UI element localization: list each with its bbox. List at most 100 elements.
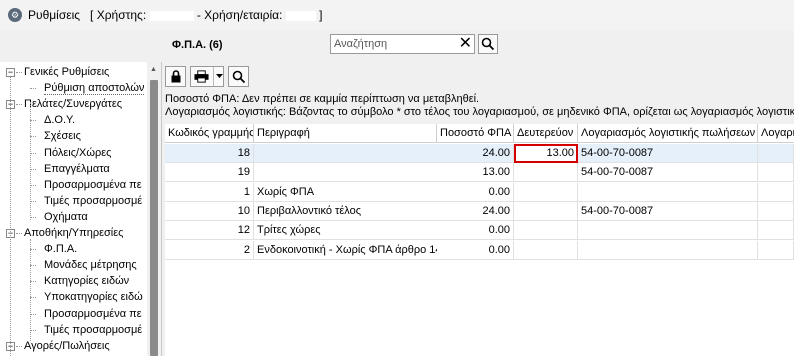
cell-code[interactable]: 10: [165, 201, 254, 221]
table-row[interactable]: 1 Χωρίς ΦΠΑ 0.00: [165, 182, 794, 202]
sidebar-item[interactable]: Ρύθμιση αποστολών: [44, 80, 145, 96]
sidebar-item-label: Επαγγέλματα: [44, 162, 110, 175]
cell-code[interactable]: 19: [165, 163, 254, 183]
info-notes: Ποσοστό ΦΠΑ: Δεν πρέπει σε καμμία περίπτ…: [165, 93, 794, 119]
header-description[interactable]: Περιγραφή: [254, 124, 437, 143]
sidebar-item[interactable]: Υποκατηγορίες ειδώ: [44, 289, 143, 305]
tree-connector: [16, 72, 22, 73]
cell-vat-rate[interactable]: 13.00: [437, 163, 514, 183]
cell-account-2[interactable]: [758, 221, 794, 241]
app-name: Ρυθμίσεις: [28, 8, 81, 22]
sidebar-item[interactable]: Τιμές προσαρμοσμέ: [44, 193, 142, 209]
cell-description[interactable]: [254, 163, 437, 183]
printer-icon: [194, 70, 209, 83]
scrollbar-thumb[interactable]: [150, 80, 158, 356]
cell-sales-account[interactable]: 54-00-70-0087: [578, 201, 758, 221]
sidebar-item[interactable]: Φ.Π.Α.: [44, 241, 77, 257]
header-sales-account[interactable]: Λογαριασμός λογιστικής πωλήσεων: [578, 124, 758, 143]
window-title: Ρυθμίσεις [ Χρήστης: - Χρήση/εταιρία: ]: [28, 8, 322, 22]
cell-account-2[interactable]: [758, 144, 794, 163]
sidebar-item[interactable]: Προσαρμοσμένα πε: [44, 177, 142, 193]
cell-secondary[interactable]: [514, 201, 578, 221]
cell-sales-account[interactable]: [578, 182, 758, 202]
cell-account-2[interactable]: [758, 182, 794, 202]
cell-sales-account[interactable]: [578, 240, 758, 260]
title-bar: ⚙ Ρυθμίσεις [ Χρήστης: - Χρήση/εταιρία: …: [0, 0, 794, 30]
tree-guide-line: [10, 76, 11, 356]
sidebar-item[interactable]: Πόλεις/Χώρες: [44, 145, 111, 161]
cell-description[interactable]: Περιβαλλοντικό τέλος: [254, 202, 437, 221]
table-header: Κωδικός γραμμής Περιγραφή Ποσοστό ΦΠΑ Δε…: [165, 124, 794, 143]
scroll-up-icon[interactable]: ▲: [150, 66, 157, 73]
sidebar-item-label: Σχέσεις: [44, 130, 81, 143]
sidebar-item[interactable]: Επαγγέλματα: [44, 161, 110, 177]
cell-vat-rate[interactable]: 0.00: [437, 240, 514, 260]
sidebar-item-label: Τιμές προσαρμοσμέ: [44, 194, 143, 207]
sidebar-item[interactable]: Σχέσεις: [44, 128, 81, 144]
table-row[interactable]: 19 13.00 54-00-70-0087: [165, 163, 794, 183]
sidebar-item-label: Αποθήκη/Υπηρεσίες: [24, 227, 124, 239]
cell-vat-rate[interactable]: 0.00: [437, 182, 514, 202]
sidebar-item[interactable]: Μονάδες μέτρησης: [44, 257, 137, 273]
sidebar-item[interactable]: Προσαρμοσμένα πε: [44, 306, 142, 322]
cell-description[interactable]: Χωρίς ΦΠΑ: [254, 183, 437, 202]
sidebar-item-label: Οχήματα: [44, 210, 88, 223]
cell-secondary[interactable]: 13.00: [514, 144, 578, 163]
cell-sales-account[interactable]: 54-00-70-0087: [578, 163, 758, 183]
cell-vat-rate[interactable]: 24.00: [437, 144, 514, 163]
print-dropdown[interactable]: [213, 67, 223, 86]
cell-description[interactable]: Τρίτες χώρες: [254, 221, 437, 241]
company-redacted: [285, 10, 316, 21]
cell-code[interactable]: 1: [165, 182, 254, 202]
cell-description[interactable]: Ενδοκοινοτική - Χωρίς ΦΠΑ άρθρο 14: [254, 241, 437, 260]
sidebar-item[interactable]: Γενικές Ρυθμίσεις: [24, 64, 109, 80]
sidebar-item[interactable]: Οχήματα: [44, 209, 88, 225]
cell-account-2[interactable]: [758, 163, 794, 183]
cell-sales-account[interactable]: 54-00-70-0087: [578, 144, 758, 163]
cell-code[interactable]: 2: [165, 240, 254, 260]
table-row[interactable]: 18 24.00 13.00 54-00-70-0087: [165, 144, 794, 163]
table-row[interactable]: 2 Ενδοκοινοτική - Χωρίς ΦΠΑ άρθρο 14 0.00: [165, 240, 794, 260]
print-button[interactable]: [190, 66, 224, 87]
cell-vat-rate[interactable]: 24.00: [437, 201, 514, 221]
toolbar: [165, 66, 249, 88]
cell-account-2[interactable]: [758, 201, 794, 221]
close-icon[interactable]: ✕: [459, 35, 472, 53]
header-account-2[interactable]: Λογαρια: [758, 124, 794, 143]
sidebar-item[interactable]: Δ.Ο.Υ.: [44, 112, 75, 128]
search-icon: [232, 70, 245, 83]
sidebar-item-label: Πόλεις/Χώρες: [44, 146, 112, 159]
cell-secondary[interactable]: [514, 182, 578, 202]
cell-secondary[interactable]: [514, 240, 578, 260]
cell-description[interactable]: [254, 144, 437, 163]
sidebar-item[interactable]: Αγορές/Πωλήσεις: [24, 338, 110, 354]
search-input[interactable]: [331, 35, 451, 53]
sidebar-item-label: Προσαρμοσμένα πε: [44, 307, 142, 320]
sidebar-item[interactable]: Πελάτες/Συνεργάτες: [24, 96, 122, 112]
search-box: ✕: [330, 34, 475, 54]
cell-code[interactable]: 18: [165, 144, 254, 163]
sidebar-scrollbar[interactable]: ▲: [147, 62, 161, 356]
table-row[interactable]: 10 Περιβαλλοντικό τέλος 24.00 54-00-70-0087: [165, 201, 794, 221]
sidebar-item-label: Γενικές Ρυθμίσεις: [24, 66, 110, 78]
table-row[interactable]: 12 Τρίτες χώρες 0.00: [165, 221, 794, 241]
sidebar-item[interactable]: Κατηγορίες ειδών: [44, 273, 129, 289]
header-code[interactable]: Κωδικός γραμμής: [165, 124, 254, 143]
tree-guide-line: [30, 239, 31, 341]
search-button[interactable]: [478, 34, 498, 54]
cell-sales-account[interactable]: [578, 221, 758, 241]
find-button[interactable]: [228, 66, 249, 87]
cell-account-2[interactable]: [758, 240, 794, 260]
cell-secondary[interactable]: [514, 163, 578, 183]
sidebar-item[interactable]: Τιμές προσαρμοσμέ: [44, 322, 142, 338]
sidebar-item[interactable]: Αποθήκη/Υπηρεσίες: [24, 225, 123, 241]
header-vat-rate[interactable]: Ποσοστό ΦΠΑ: [437, 124, 514, 143]
cell-secondary[interactable]: [514, 221, 578, 241]
cell-code[interactable]: 12: [165, 221, 254, 241]
sidebar-item-label: Μονάδες μέτρησης: [44, 259, 137, 272]
header-secondary[interactable]: Δευτερεύον: [514, 124, 578, 143]
lock-button[interactable]: [165, 66, 186, 87]
sidebar-item-label: Δ.Ο.Υ.: [44, 114, 76, 127]
sidebar-item-label: Προσαρμοσμένα πε: [44, 178, 142, 191]
cell-vat-rate[interactable]: 0.00: [437, 221, 514, 241]
